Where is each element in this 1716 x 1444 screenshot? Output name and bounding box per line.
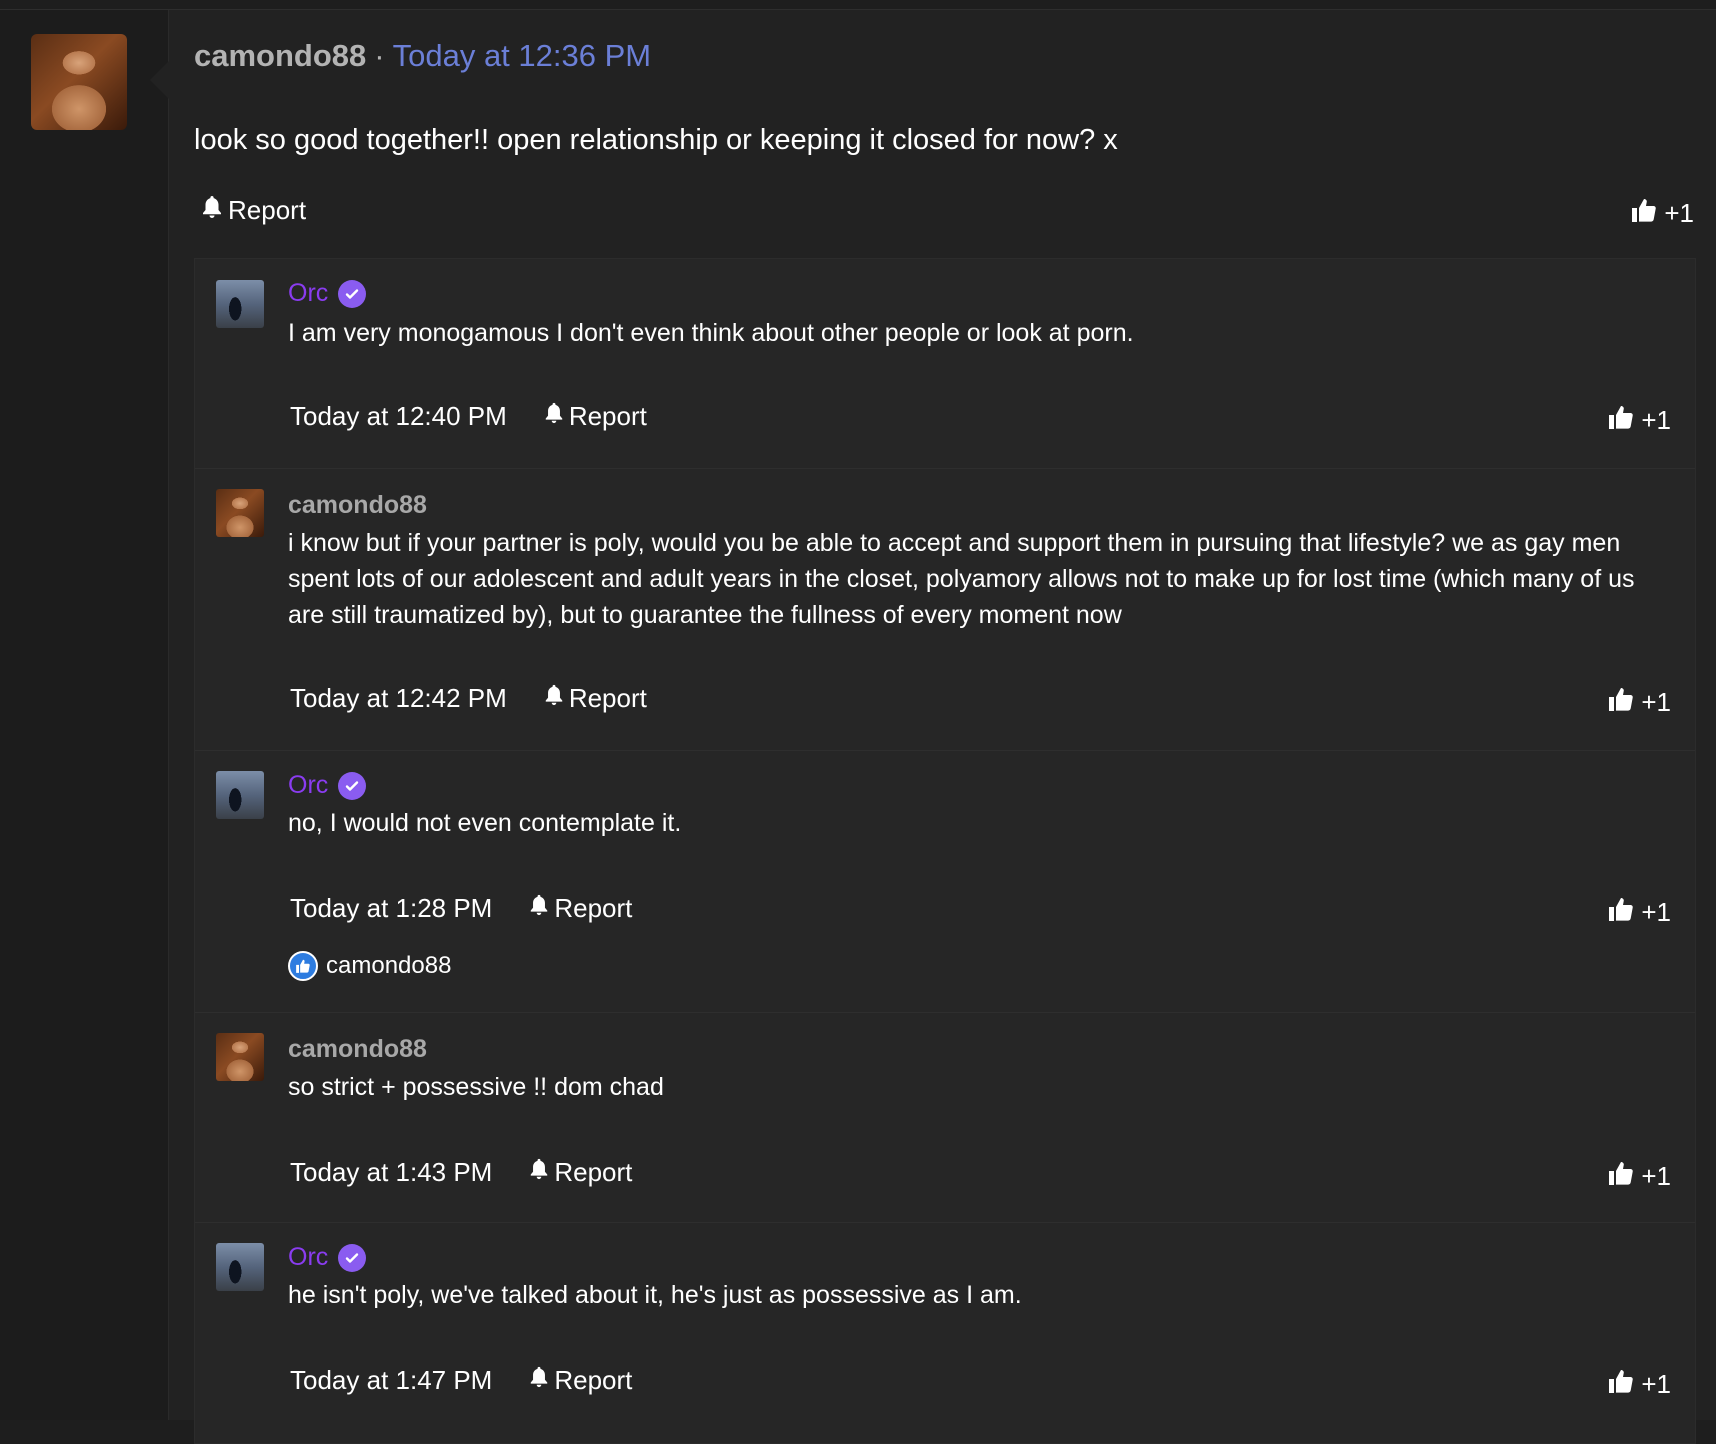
reply-timestamp[interactable]: Today at 1:43 PM <box>290 1157 492 1188</box>
post-author-name[interactable]: camondo88 <box>194 38 366 74</box>
bell-icon <box>528 1365 550 1396</box>
bell-icon <box>200 194 224 227</box>
reply-actions: Today at 1:43 PM Report <box>290 1157 632 1188</box>
reply-author: camondo88 <box>288 1035 427 1064</box>
thumbs-up-icon <box>1607 1159 1635 1194</box>
reply-author-name[interactable]: Orc <box>288 771 328 800</box>
reply-author: Orc <box>288 279 367 308</box>
post-report-button[interactable]: Report <box>200 194 306 227</box>
reply-report-button[interactable]: Report <box>528 1157 632 1188</box>
reply-item: Orc I am very monogamous I don't even th… <box>195 259 1695 469</box>
reply-like-count: +1 <box>1641 405 1671 435</box>
reply-avatar[interactable] <box>216 280 264 328</box>
replies-list: Orc I am very monogamous I don't even th… <box>194 258 1696 1444</box>
thumbs-up-icon <box>1607 895 1635 930</box>
reply-avatar[interactable] <box>216 1033 264 1081</box>
reply-like-button[interactable]: +1 <box>1607 895 1671 930</box>
reply-text: I am very monogamous I don't even think … <box>288 319 1134 347</box>
reply-report-button[interactable]: Report <box>543 401 647 432</box>
post-like-button[interactable]: +1 <box>1630 196 1694 231</box>
reply-text: i know but if your partner is poly, woul… <box>288 529 1635 629</box>
reply-author-name[interactable]: camondo88 <box>288 1035 427 1064</box>
reply-actions: Today at 1:28 PM Report <box>290 893 632 924</box>
check-badge-icon <box>338 279 367 308</box>
reply-actions: Today at 12:42 PM Report <box>290 683 647 714</box>
reply-like-count: +1 <box>1641 1369 1671 1399</box>
reply-item: camondo88 i know but if your partner is … <box>195 469 1695 751</box>
reaction-summary[interactable]: camondo88 <box>288 951 451 981</box>
post-header: camondo88 · Today at 12:36 PM <box>194 38 651 74</box>
reply-like-button[interactable]: +1 <box>1607 685 1671 720</box>
check-badge-icon <box>338 771 367 800</box>
post-like-count: +1 <box>1664 198 1694 228</box>
post-body: look so good together!! open relationshi… <box>194 124 1118 156</box>
reply-like-button[interactable]: +1 <box>1607 403 1671 438</box>
reply-text: he isn't poly, we've talked about it, he… <box>288 1281 1022 1309</box>
reply-like-count: +1 <box>1641 687 1671 717</box>
reply-timestamp[interactable]: Today at 1:47 PM <box>290 1365 492 1396</box>
reply-item: camondo88 so strict + possessive !! dom … <box>195 1013 1695 1223</box>
reply-author-name[interactable]: Orc <box>288 1243 328 1272</box>
thumbs-up-reaction-icon <box>288 951 318 981</box>
post-header-separator: · <box>374 38 385 73</box>
top-divider <box>0 0 1716 10</box>
check-badge-icon <box>338 1243 367 1272</box>
reply-author-name[interactable]: Orc <box>288 279 328 308</box>
reply-author: Orc <box>288 771 367 800</box>
reply-like-button[interactable]: +1 <box>1607 1159 1671 1194</box>
reply-item: Orc he isn't poly, we've talked about it… <box>195 1223 1695 1443</box>
reply-report-button[interactable]: Report <box>543 683 647 714</box>
reply-report-button[interactable]: Report <box>528 1365 632 1396</box>
author-column <box>0 10 169 1420</box>
bell-icon <box>528 1157 550 1188</box>
reply-timestamp[interactable]: Today at 12:42 PM <box>290 683 507 714</box>
bell-icon <box>528 893 550 924</box>
reply-report-button[interactable]: Report <box>528 893 632 924</box>
reply-like-button[interactable]: +1 <box>1607 1367 1671 1402</box>
reply-timestamp[interactable]: Today at 12:40 PM <box>290 401 507 432</box>
thumbs-up-icon <box>1607 685 1635 720</box>
reply-text: so strict + possessive !! dom chad <box>288 1073 664 1101</box>
reply-author: camondo88 <box>288 491 427 520</box>
reply-author-name[interactable]: camondo88 <box>288 491 427 520</box>
reply-avatar[interactable] <box>216 771 264 819</box>
reply-report-label: Report <box>568 401 647 431</box>
thumbs-up-icon <box>1607 403 1635 438</box>
post-timestamp[interactable]: Today at 12:36 PM <box>393 38 652 74</box>
reply-report-label: Report <box>554 1365 633 1395</box>
reply-avatar[interactable] <box>216 1243 264 1291</box>
reply-item: Orc no, I would not even contemplate it.… <box>195 751 1695 1013</box>
reply-timestamp[interactable]: Today at 1:28 PM <box>290 893 492 924</box>
reply-actions: Today at 1:47 PM Report <box>290 1365 632 1396</box>
thumbs-up-icon <box>1630 196 1658 231</box>
bell-icon <box>543 683 565 714</box>
post-pointer-arrow <box>150 60 170 100</box>
reply-like-count: +1 <box>1641 897 1671 927</box>
post-report-label: Report <box>228 195 307 225</box>
reply-like-count: +1 <box>1641 1161 1671 1191</box>
reply-report-label: Report <box>554 893 633 923</box>
reactor-name[interactable]: camondo88 <box>326 952 451 980</box>
reply-avatar[interactable] <box>216 489 264 537</box>
reply-text: no, I would not even contemplate it. <box>288 809 682 837</box>
post-author-avatar[interactable] <box>31 34 127 130</box>
reply-report-label: Report <box>568 683 647 713</box>
thumbs-up-icon <box>1607 1367 1635 1402</box>
reply-actions: Today at 12:40 PM Report <box>290 401 647 432</box>
bell-icon <box>543 401 565 432</box>
reply-author: Orc <box>288 1243 367 1272</box>
reply-report-label: Report <box>554 1157 633 1187</box>
